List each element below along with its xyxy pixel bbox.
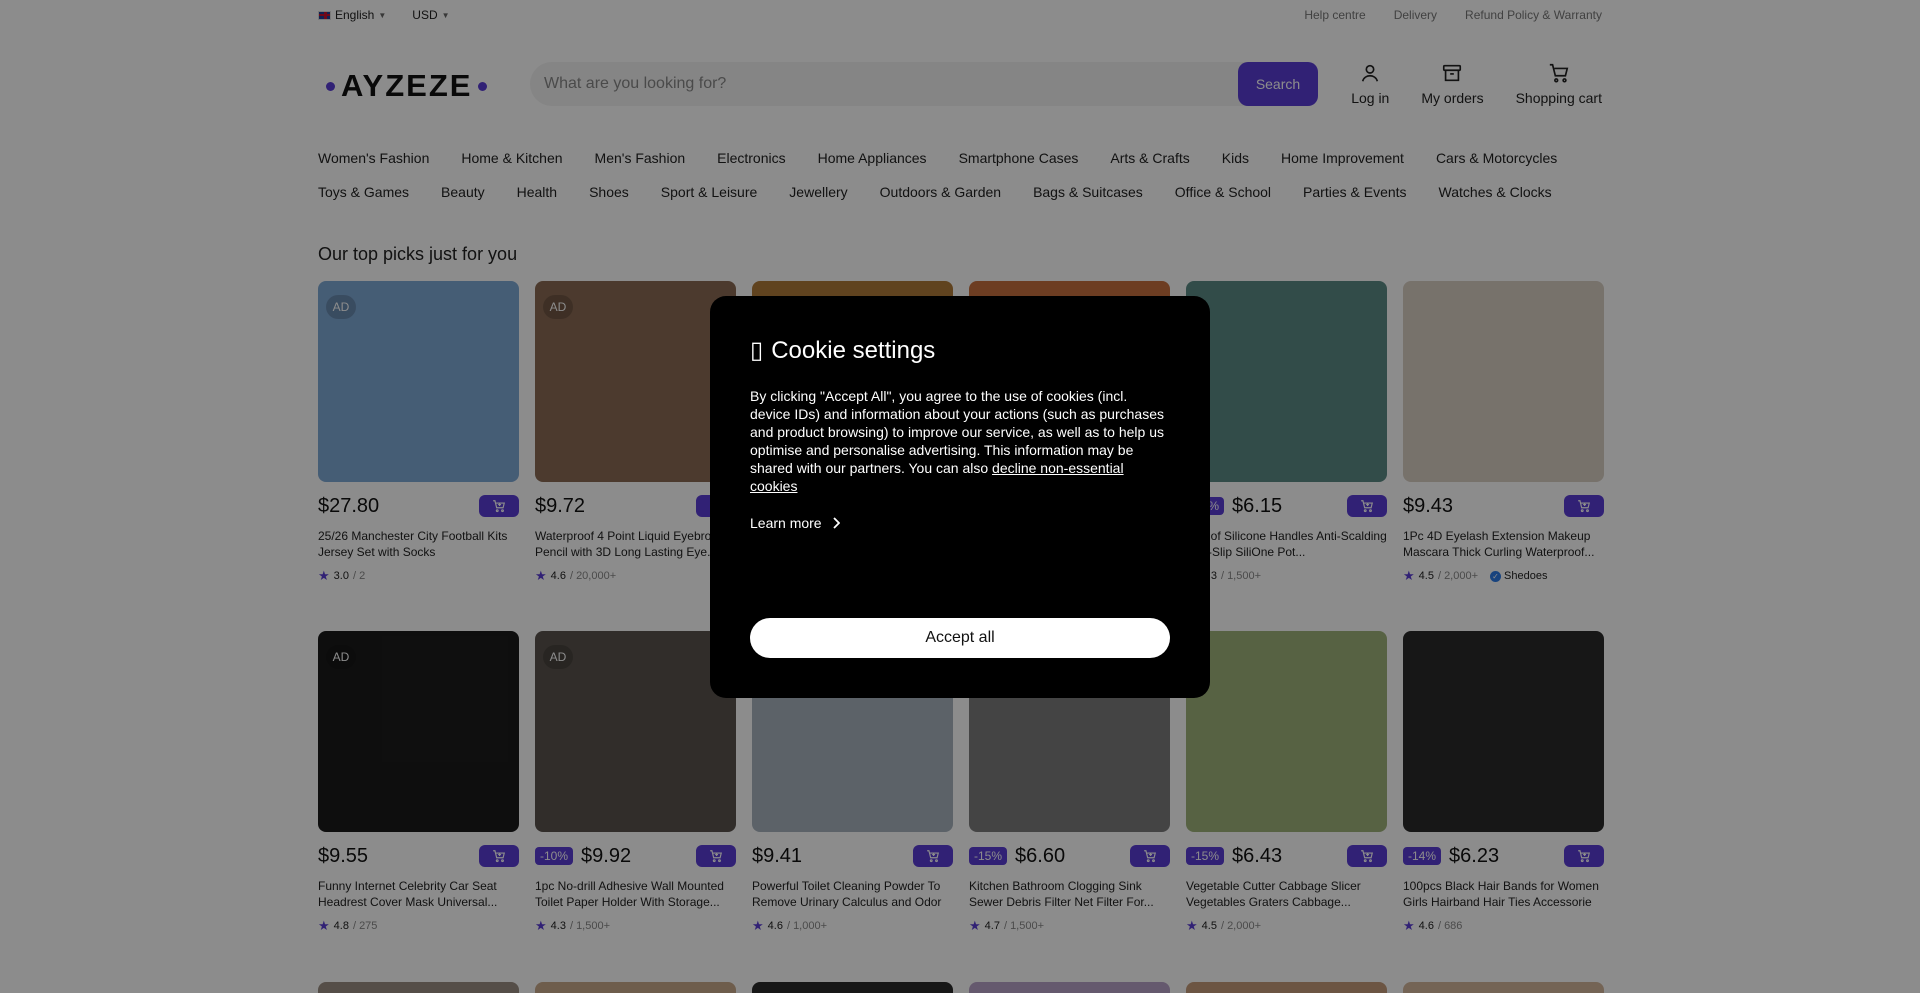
- page: English ▼ USD ▼ Help centre Delivery Ref…: [0, 0, 1920, 993]
- accept-all-button[interactable]: Accept all: [750, 618, 1170, 658]
- learn-more-link[interactable]: Learn more: [750, 515, 1170, 531]
- modal-overlay: ▯ Cookie settings By clicking "Accept Al…: [0, 0, 1920, 993]
- cookie-title-text: Cookie settings: [771, 336, 936, 364]
- chevron-right-icon: [832, 517, 840, 529]
- cookie-text: By clicking "Accept All", you agree to t…: [750, 387, 1170, 495]
- cookie-dialog: ▯ Cookie settings By clicking "Accept Al…: [710, 296, 1210, 698]
- cookie-title: ▯ Cookie settings: [750, 336, 1170, 365]
- learn-more-label: Learn more: [750, 515, 822, 531]
- cookie-icon: ▯: [750, 337, 764, 364]
